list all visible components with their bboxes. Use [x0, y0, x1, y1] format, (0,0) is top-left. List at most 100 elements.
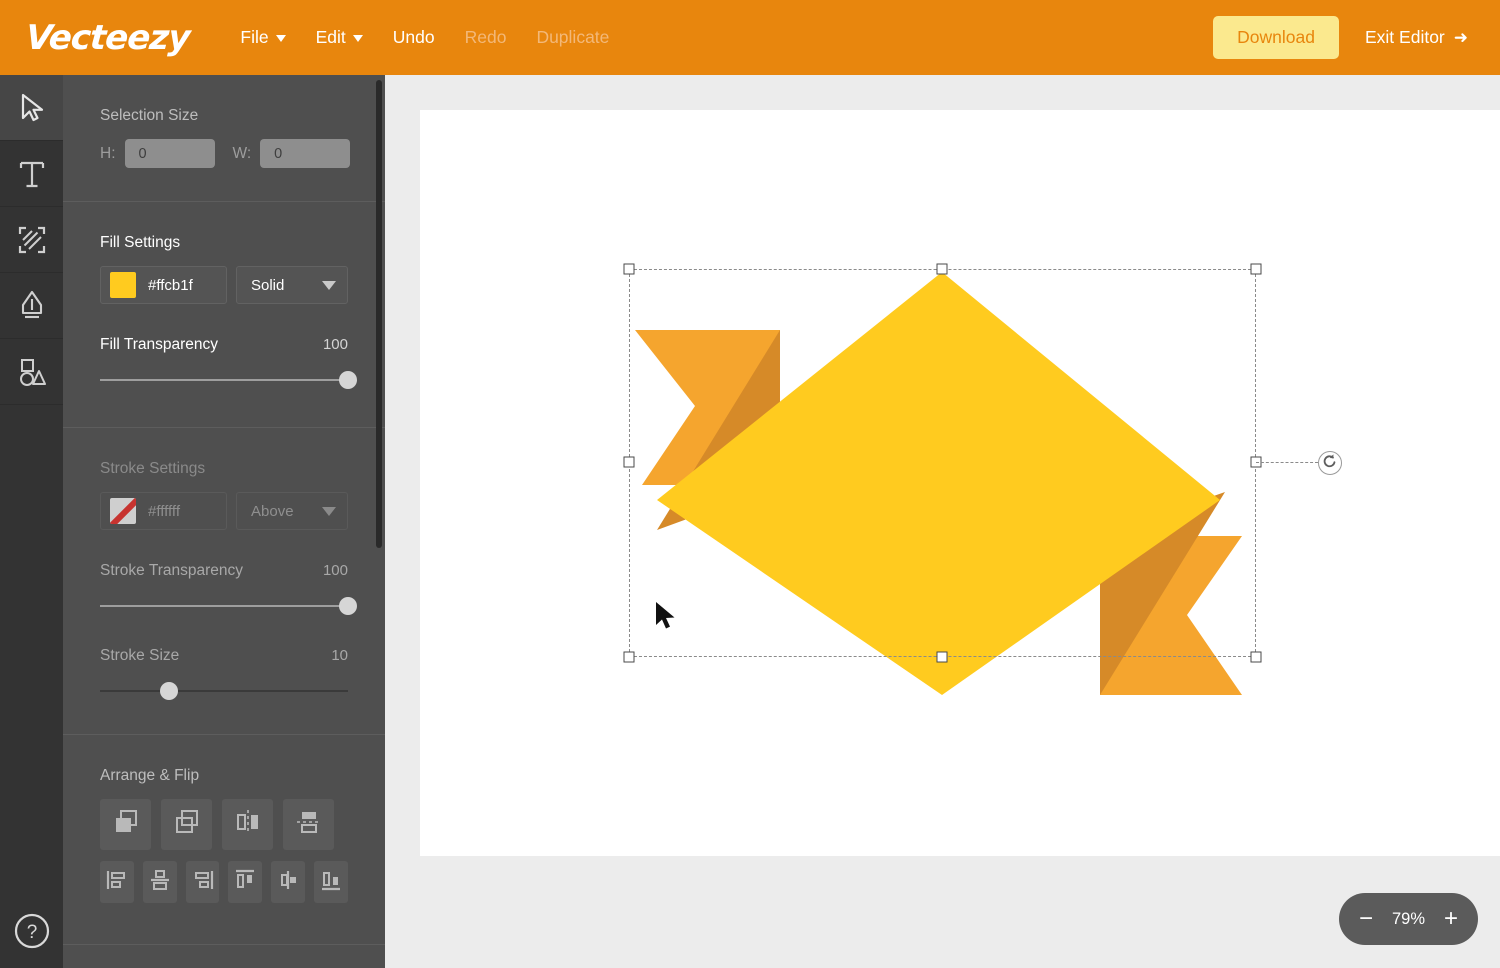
stroke-size-value: 10	[331, 647, 348, 664]
cursor-icon	[19, 93, 45, 123]
menu-item-file-label: File	[240, 27, 269, 47]
stroke-settings-title: Stroke Settings	[100, 460, 206, 477]
align-left-button[interactable]	[100, 861, 134, 903]
crop-icon	[17, 225, 47, 255]
stroke-color-row: #ffffff Above	[100, 492, 348, 534]
svg-text:?: ?	[26, 922, 37, 943]
arrange-flip-section: Arrange & Flip	[63, 735, 385, 944]
fill-transparency-label: Fill Transparency	[100, 336, 219, 353]
slider-knob[interactable]	[339, 371, 357, 389]
send-backward-button[interactable]	[161, 799, 212, 850]
arrange-row-align	[100, 861, 348, 903]
stroke-transparency-slider[interactable]	[100, 597, 357, 615]
fill-color-swatch	[110, 272, 136, 298]
selection-handle-top-left[interactable]	[623, 263, 635, 275]
zoom-level-value: 79%	[1391, 909, 1426, 928]
stroke-transparency-label: Stroke Transparency	[100, 562, 244, 579]
selection-handle-bottom-center[interactable]	[936, 651, 948, 663]
properties-panel-scrollbar[interactable]	[376, 80, 382, 548]
chevron-down-icon	[322, 506, 336, 516]
question-circle-icon: ?	[13, 913, 51, 954]
main-menu: File Edit Undo Redo Duplicate	[225, 19, 624, 56]
align-right-icon	[191, 868, 215, 897]
arrow-right-icon: ➜	[1453, 28, 1468, 47]
fish-illustration[interactable]	[420, 110, 1500, 856]
slider-track	[100, 379, 348, 381]
show-rulers-row: Show rulers OFF	[100, 945, 348, 968]
download-button[interactable]: Download	[1213, 16, 1339, 59]
sidebar-item-text-tool[interactable]	[0, 141, 63, 207]
rotate-ccw-icon	[1322, 453, 1338, 474]
stroke-position-select[interactable]: Above	[236, 492, 348, 530]
fill-transparency-header: Fill Transparency 100	[100, 308, 348, 371]
menu-item-edit-label: Edit	[315, 27, 346, 47]
align-middle-vertical-button[interactable]	[271, 861, 306, 903]
width-label: W:	[232, 144, 252, 162]
fill-transparency-slider[interactable]	[100, 371, 357, 389]
selection-handle-bottom-left[interactable]	[623, 651, 635, 663]
rotate-handle[interactable]	[1318, 451, 1342, 475]
pen-icon	[19, 290, 45, 322]
bring-forward-button[interactable]	[100, 799, 151, 850]
align-left-icon	[105, 868, 129, 897]
menu-item-undo[interactable]: Undo	[378, 19, 450, 56]
selection-handle-middle-right[interactable]	[1250, 456, 1262, 468]
menu-item-duplicate[interactable]: Duplicate	[521, 19, 624, 56]
selection-handle-top-right[interactable]	[1250, 263, 1262, 275]
stroke-transparency-header: Stroke Transparency 100	[100, 534, 348, 597]
selection-handle-middle-left[interactable]	[623, 456, 635, 468]
width-input[interactable]	[260, 139, 351, 168]
arrange-row-order-flip	[100, 799, 348, 850]
menu-item-edit[interactable]: Edit	[301, 19, 378, 56]
menu-item-file[interactable]: File	[225, 19, 300, 56]
selection-size-title: Selection Size	[100, 107, 199, 124]
align-bottom-button[interactable]	[314, 861, 348, 903]
shapes-icon	[17, 357, 47, 387]
help-button[interactable]: ?	[13, 912, 51, 950]
header-actions: Download Exit Editor ➜	[1213, 16, 1482, 59]
selection-handle-top-center[interactable]	[936, 263, 948, 275]
sidebar-item-shapes-tool[interactable]	[0, 339, 63, 405]
sidebar-item-crop-tool[interactable]	[0, 207, 63, 273]
zoom-in-button[interactable]: +	[1444, 907, 1458, 931]
sidebar-item-pen-tool[interactable]	[0, 273, 63, 339]
slider-track	[100, 605, 348, 607]
fill-settings-section: Fill Settings #ffcb1f Solid Fill Transpa…	[63, 202, 385, 427]
fill-type-select[interactable]: Solid	[236, 266, 348, 304]
sidebar-item-select-tool[interactable]	[0, 75, 63, 141]
menu-item-redo[interactable]: Redo	[450, 19, 522, 56]
text-icon	[17, 159, 47, 189]
height-input[interactable]	[124, 139, 215, 168]
fill-transparency-value: 100	[322, 336, 348, 353]
height-label: H:	[100, 144, 116, 162]
align-right-button[interactable]	[185, 861, 220, 903]
stroke-settings-section: Stroke Settings #ffffff Above Stroke Tra…	[63, 428, 385, 734]
align-center-horizontal-button[interactable]	[142, 861, 177, 903]
chevron-down-icon	[322, 280, 336, 290]
stroke-color-picker[interactable]: #ffffff	[100, 492, 227, 530]
align-top-icon	[233, 868, 257, 897]
canvas-area[interactable]	[385, 75, 1500, 968]
selection-handle-bottom-right[interactable]	[1250, 651, 1262, 663]
stroke-size-label: Stroke Size	[100, 647, 180, 664]
exit-editor-label: Exit Editor	[1365, 27, 1445, 47]
align-top-button[interactable]	[228, 861, 263, 903]
flip-horizontal-button[interactable]	[222, 799, 273, 850]
bring-forward-icon	[112, 808, 140, 841]
slider-knob[interactable]	[339, 597, 357, 615]
exit-editor-button[interactable]: Exit Editor ➜	[1351, 17, 1482, 58]
stroke-color-hex: #ffffff	[148, 502, 180, 520]
artboard[interactable]	[420, 110, 1500, 856]
slider-track	[100, 690, 348, 692]
flip-vertical-button[interactable]	[283, 799, 334, 850]
fill-color-picker[interactable]: #ffcb1f	[100, 266, 227, 304]
stroke-transparency-value: 100	[322, 562, 348, 579]
align-bottom-icon	[319, 868, 343, 897]
align-middle-vertical-icon	[276, 868, 300, 897]
stroke-size-slider[interactable]	[100, 682, 348, 700]
zoom-out-button[interactable]: −	[1359, 907, 1373, 931]
align-center-horizontal-icon	[148, 868, 172, 897]
vecteezy-logo[interactable]: Vecteezy	[25, 18, 191, 58]
slider-knob[interactable]	[160, 682, 179, 700]
app-header: Vecteezy File Edit Undo Redo Duplicate D…	[0, 0, 1500, 75]
